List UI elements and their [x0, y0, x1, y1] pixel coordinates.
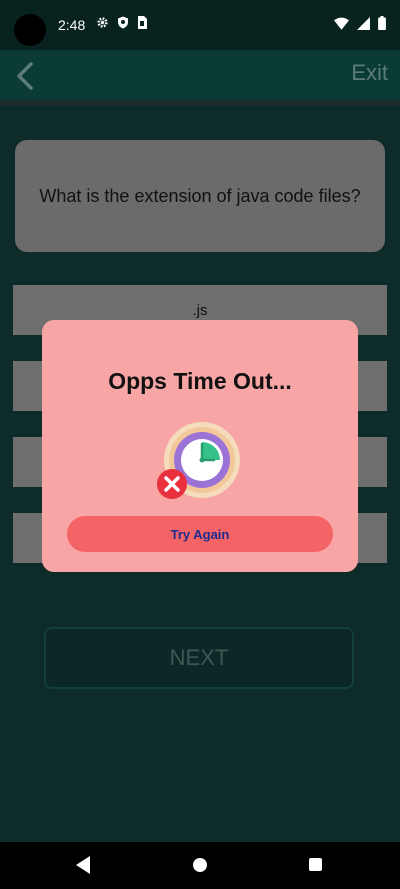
shield-icon	[118, 16, 128, 29]
sim-card-icon	[138, 16, 147, 29]
wifi-icon	[334, 17, 349, 30]
try-again-button[interactable]: Try Again	[67, 516, 333, 552]
status-icons-right	[334, 16, 386, 30]
question-card: What is the extension of java code files…	[15, 140, 385, 252]
status-icons-left	[96, 16, 147, 29]
clock-with-x-icon	[156, 422, 244, 502]
app-bar: Exit	[0, 50, 400, 100]
battery-icon	[378, 16, 386, 30]
cell-signal-icon	[357, 16, 370, 30]
back-button[interactable]	[10, 60, 42, 92]
status-bar: 2:48	[0, 0, 400, 50]
timeout-dialog: Opps Time Out... Try Again	[42, 320, 358, 572]
camera-cutout	[14, 14, 46, 46]
exit-button[interactable]: Exit	[351, 60, 388, 86]
nav-home-icon[interactable]	[193, 858, 207, 872]
nav-back-icon[interactable]	[76, 856, 90, 874]
status-time: 2:48	[58, 17, 86, 33]
app-bar-divider	[0, 100, 400, 106]
system-nav-bar	[0, 842, 400, 889]
dialog-title: Opps Time Out...	[108, 368, 292, 394]
nav-recents-icon[interactable]	[309, 858, 322, 871]
next-button[interactable]: NEXT	[44, 627, 354, 689]
question-text: What is the extension of java code files…	[39, 185, 361, 206]
chevron-left-icon	[17, 62, 33, 90]
settings-gear-icon	[97, 17, 108, 28]
